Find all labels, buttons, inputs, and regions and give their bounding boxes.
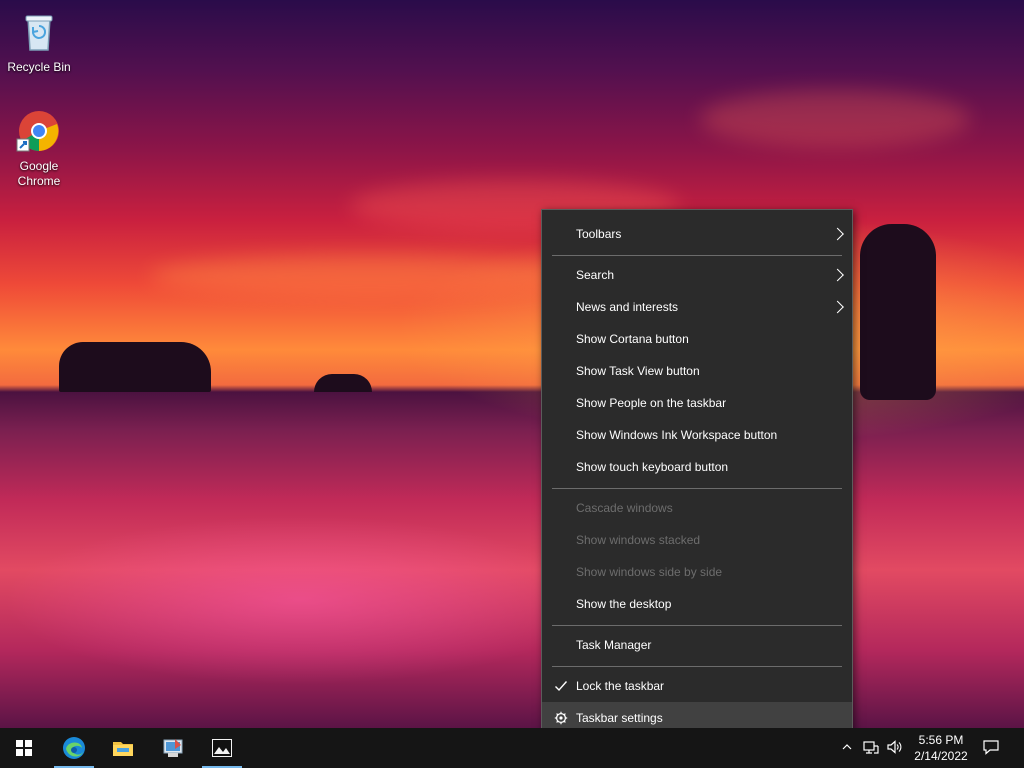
recycle-bin-desktop-icon[interactable]: Recycle Bin — [1, 8, 77, 75]
menu-item-show-windows-side-by-side: Show windows side by side — [542, 556, 852, 588]
menu-item-show-touch-keyboard-button[interactable]: Show touch keyboard button — [542, 451, 852, 483]
menu-item-show-windows-stacked: Show windows stacked — [542, 524, 852, 556]
clock-date: 2/14/2022 — [914, 749, 968, 763]
wallpaper-rock — [59, 342, 211, 392]
wallpaper-rock — [314, 374, 372, 392]
recycle-bin-icon — [15, 8, 63, 56]
menu-item-show-the-desktop[interactable]: Show the desktop — [542, 588, 852, 620]
network-icon — [863, 741, 879, 754]
taskbar-photos-button[interactable] — [198, 728, 246, 768]
chevron-right-icon — [831, 300, 844, 314]
action-center-button[interactable] — [981, 737, 1001, 757]
action-center-icon — [983, 740, 999, 755]
menu-item-label: Lock the taskbar — [576, 679, 665, 693]
taskbar[interactable]: 5:56 PM 2/14/2022 — [0, 728, 1024, 768]
menu-item-lock-the-taskbar[interactable]: Lock the taskbar — [542, 670, 852, 702]
menu-item-label: Cascade windows — [576, 501, 673, 515]
menu-item-label: Search — [576, 268, 615, 282]
menu-item-cascade-windows: Cascade windows — [542, 492, 852, 524]
menu-item-label: Show windows side by side — [576, 565, 723, 579]
menu-item-show-windows-ink-workspace-button[interactable]: Show Windows Ink Workspace button — [542, 419, 852, 451]
chevron-up-icon — [842, 744, 852, 750]
file-explorer-icon — [113, 742, 133, 756]
tray-overflow-button[interactable] — [837, 737, 857, 757]
menu-item-label: Show Windows Ink Workspace button — [576, 428, 778, 442]
taskbar-context-menu[interactable]: Toolbars Search News and interests Show … — [541, 209, 853, 742]
wallpaper-rock — [860, 224, 936, 400]
menu-separator — [552, 255, 842, 256]
tray-network-button[interactable] — [861, 737, 881, 757]
recycle-bin-label: Recycle Bin — [7, 60, 71, 74]
gear-icon — [554, 711, 568, 725]
clock-time: 5:56 PM — [918, 733, 964, 747]
menu-item-label: Taskbar settings — [576, 711, 663, 725]
menu-item-label: Show People on the taskbar — [576, 396, 727, 410]
menu-separator — [552, 666, 842, 667]
menu-item-label: Show touch keyboard button — [576, 460, 729, 474]
menu-separator — [552, 625, 842, 626]
windows-logo-icon — [16, 740, 32, 756]
menu-item-label: Show windows stacked — [576, 533, 701, 547]
taskbar-file-explorer-button[interactable] — [99, 728, 147, 768]
control-panel-icon — [163, 739, 183, 757]
chevron-right-icon — [831, 268, 844, 282]
menu-item-show-task-view-button[interactable]: Show Task View button — [542, 355, 852, 387]
taskbar-control-panel-button[interactable] — [149, 728, 197, 768]
google-chrome-label: Google Chrome — [17, 159, 61, 188]
edge-icon — [63, 737, 85, 759]
checkmark-icon — [555, 681, 568, 692]
chevron-right-icon — [831, 227, 844, 241]
wallpaper-cloud — [150, 255, 590, 297]
menu-item-search[interactable]: Search — [542, 259, 852, 291]
menu-item-news-and-interests[interactable]: News and interests — [542, 291, 852, 323]
menu-item-label: Show Cortana button — [576, 332, 689, 346]
menu-item-label: Task Manager — [576, 638, 652, 652]
menu-item-task-manager[interactable]: Task Manager — [542, 629, 852, 661]
menu-item-label: Show the desktop — [576, 597, 672, 611]
menu-item-show-cortana-button[interactable]: Show Cortana button — [542, 323, 852, 355]
google-chrome-desktop-icon[interactable]: Google Chrome — [1, 107, 77, 189]
desktop[interactable]: Recycle Bin Google Chrome Toolbars Searc… — [0, 0, 1024, 768]
start-button[interactable] — [0, 728, 48, 768]
menu-item-label: Show Task View button — [576, 364, 700, 378]
chrome-icon — [15, 107, 63, 155]
menu-separator — [552, 488, 842, 489]
menu-item-show-people-on-taskbar[interactable]: Show People on the taskbar — [542, 387, 852, 419]
tray-volume-button[interactable] — [885, 737, 905, 757]
menu-item-label: Toolbars — [576, 227, 622, 241]
taskbar-clock[interactable]: 5:56 PM 2/14/2022 — [905, 732, 977, 764]
volume-icon — [887, 740, 902, 754]
menu-item-label: News and interests — [576, 300, 679, 314]
photos-icon — [212, 739, 232, 757]
taskbar-edge-button[interactable] — [50, 728, 98, 768]
menu-item-toolbars[interactable]: Toolbars — [542, 218, 852, 250]
wallpaper-cloud — [700, 90, 970, 148]
